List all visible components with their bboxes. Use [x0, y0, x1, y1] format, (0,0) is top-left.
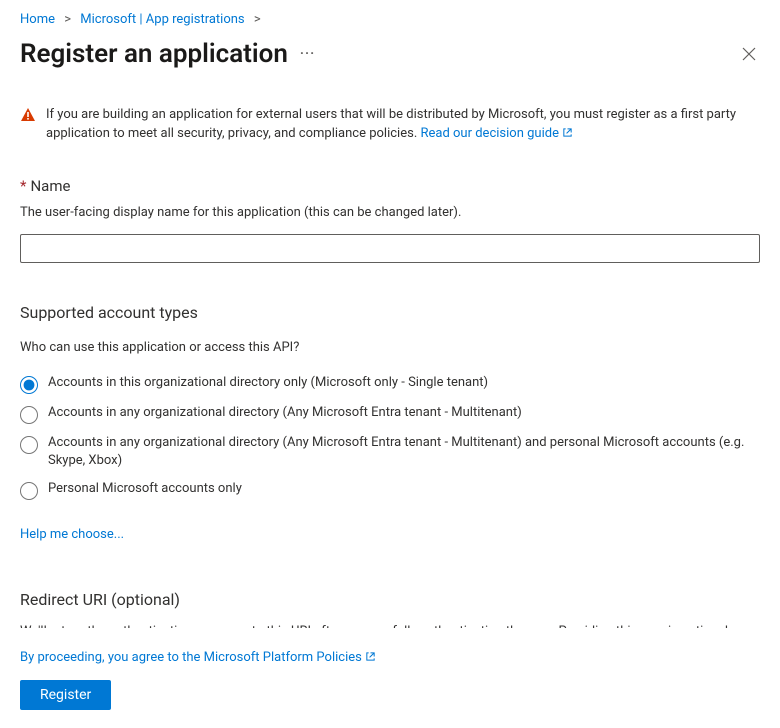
page-header: Register an application ··· — [0, 35, 780, 79]
external-link-icon — [562, 126, 573, 145]
chevron-right-icon: > — [64, 12, 71, 27]
help-me-choose-link[interactable]: Help me choose... — [20, 527, 124, 542]
account-types-heading: Supported account types — [20, 303, 760, 322]
platform-policies-link[interactable]: By proceeding, you agree to the Microsof… — [20, 650, 376, 665]
redirect-uri-description: We'll return the authentication response… — [20, 623, 760, 628]
account-type-option-single-tenant[interactable]: Accounts in this organizational director… — [20, 369, 760, 399]
radio-label[interactable]: Personal Microsoft accounts only — [48, 480, 242, 498]
account-types-question: Who can use this application or access t… — [20, 340, 760, 355]
banner-text-wrap: If you are building an application for e… — [46, 106, 760, 145]
page-title: Register an application — [20, 39, 288, 69]
form-scroll-area[interactable]: If you are building an application for e… — [0, 86, 780, 628]
required-asterisk-icon: * — [20, 177, 26, 195]
external-link-icon — [365, 651, 376, 666]
breadcrumb: Home > Microsoft | App registrations > — [0, 0, 780, 35]
radio-label[interactable]: Accounts in this organizational director… — [48, 374, 488, 392]
account-type-option-personal-only[interactable]: Personal Microsoft accounts only — [20, 475, 760, 505]
chevron-right-icon: > — [254, 12, 261, 27]
breadcrumb-home[interactable]: Home — [20, 12, 55, 27]
radio-label[interactable]: Accounts in any organizational directory… — [48, 404, 522, 422]
page-title-wrap: Register an application ··· — [20, 39, 315, 69]
name-input[interactable] — [20, 234, 760, 263]
more-icon[interactable]: ··· — [300, 46, 315, 62]
account-type-option-multitenant[interactable]: Accounts in any organizational directory… — [20, 399, 760, 429]
radio-label[interactable]: Accounts in any organizational directory… — [48, 434, 760, 470]
decision-guide-link[interactable]: Read our decision guide — [420, 126, 572, 141]
breadcrumb-app-registrations[interactable]: Microsoft | App registrations — [80, 12, 244, 27]
account-types-radio-group: Accounts in this organizational director… — [20, 369, 760, 505]
info-banner: If you are building an application for e… — [20, 86, 760, 155]
name-description: The user-facing display name for this ap… — [20, 205, 760, 220]
name-label: *Name — [20, 177, 760, 195]
footer: By proceeding, you agree to the Microsof… — [0, 635, 780, 728]
register-button[interactable]: Register — [20, 680, 111, 710]
close-button[interactable] — [738, 43, 760, 65]
radio-multitenant[interactable] — [20, 406, 38, 424]
radio-multitenant-personal[interactable] — [20, 436, 38, 454]
account-type-option-multitenant-personal[interactable]: Accounts in any organizational directory… — [20, 429, 760, 475]
redirect-uri-heading: Redirect URI (optional) — [20, 590, 760, 609]
close-icon — [742, 47, 756, 61]
radio-personal-only[interactable] — [20, 482, 38, 500]
banner-text: If you are building an application for e… — [46, 107, 736, 141]
radio-single-tenant[interactable] — [20, 376, 38, 394]
warning-icon — [20, 107, 36, 145]
